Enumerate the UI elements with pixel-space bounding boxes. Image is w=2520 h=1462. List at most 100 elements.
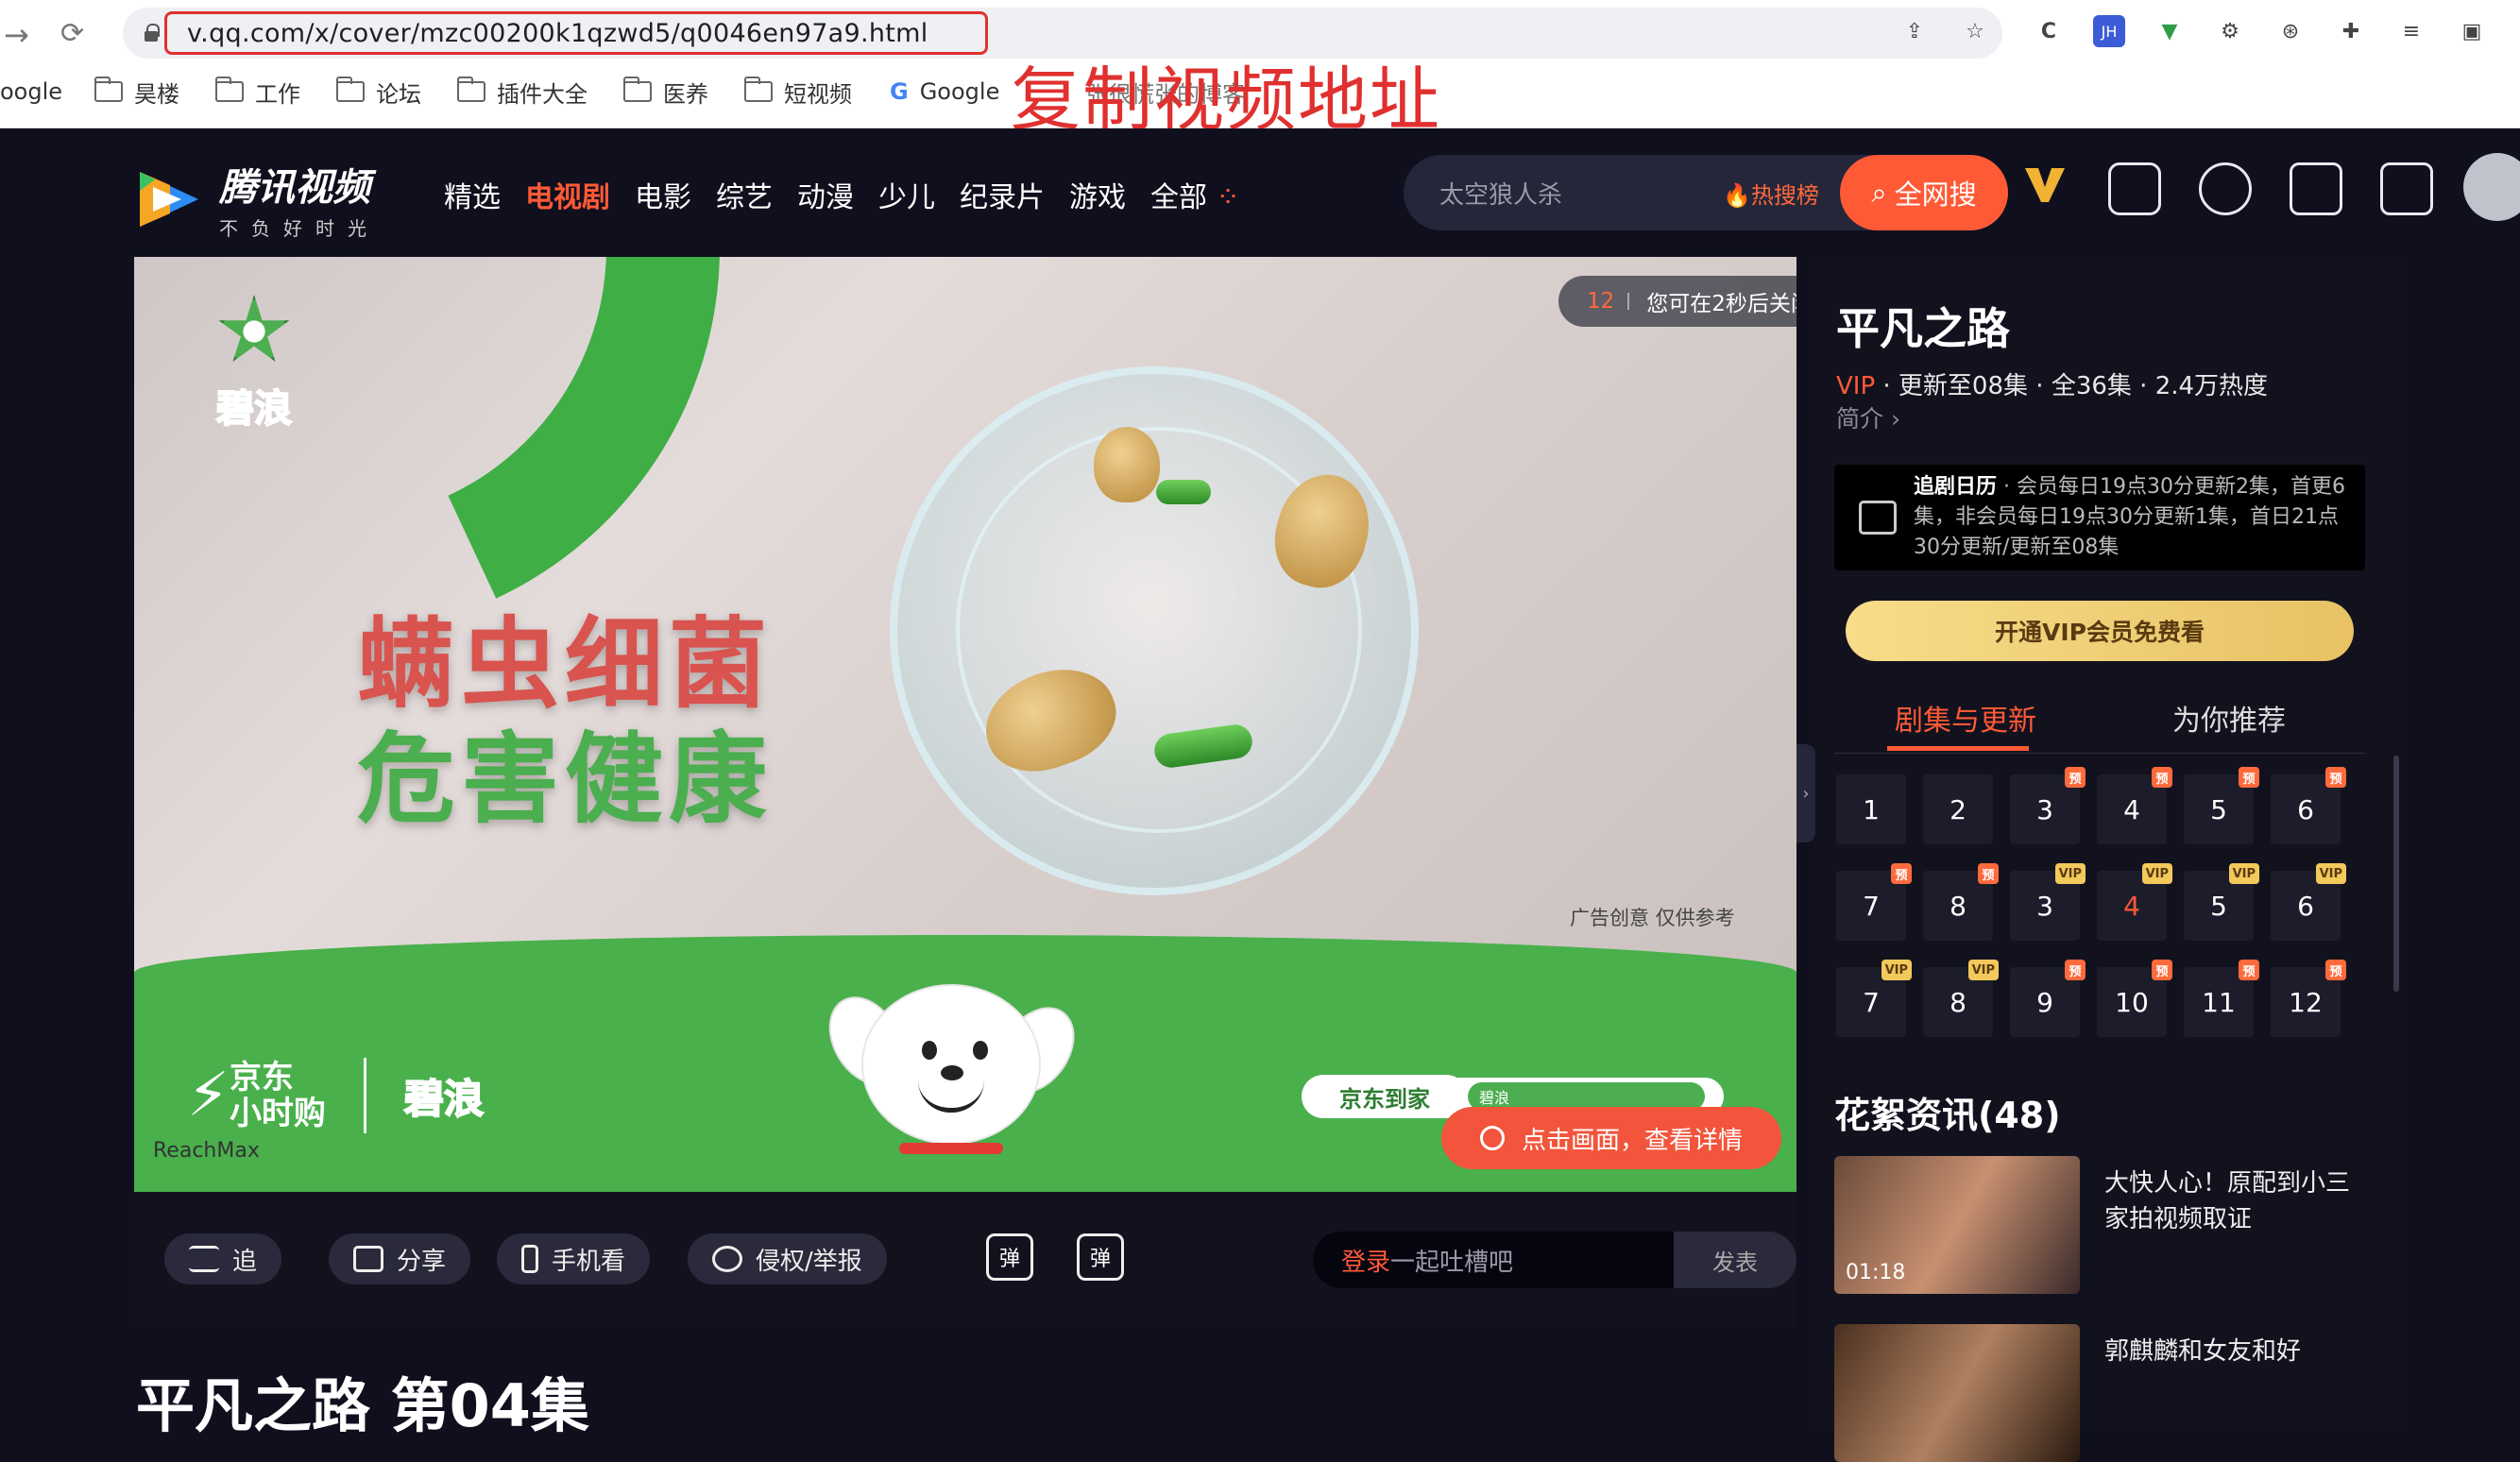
panel-collapse-toggle[interactable]: › (1796, 744, 1815, 842)
warning-icon (712, 1246, 742, 1272)
tab-episodes[interactable]: 剧集与更新 (1895, 697, 2036, 739)
preview-badge: 预 (2239, 960, 2259, 980)
side-panel-icon[interactable]: ▣ (2456, 15, 2488, 47)
history-clock-icon[interactable] (2199, 162, 2252, 215)
active-tab-underline (1887, 746, 2029, 751)
video-player[interactable]: 碧浪 螨虫细菌 危害健康 12 您可在2秒后关闭该广告 广告创意 仅供参考 ⚡ … (134, 257, 1796, 1192)
search-bar[interactable]: 太空狼人杀 🔥热搜榜 ⌕ 全网搜 (1404, 155, 2008, 230)
episode-button[interactable]: 8预 (1923, 863, 1999, 941)
episode-button[interactable]: 7预 (1836, 863, 1912, 941)
danmu-settings-icon[interactable]: 弹 (1077, 1233, 1124, 1281)
ad-countdown[interactable]: 12 您可在2秒后关闭该广告 (1558, 276, 1796, 327)
nav-item-documentary[interactable]: 纪录片 (960, 174, 1045, 215)
episode-button[interactable]: 12 预 (2271, 960, 2346, 1037)
bookmark-star-icon[interactable]: ☆ (1959, 15, 1991, 47)
episode-button[interactable]: 1 (1836, 774, 1906, 844)
bookmark-folder[interactable]: 插件大全 (457, 70, 587, 113)
bookmark-folder[interactable]: 医养 (623, 70, 708, 113)
follow-label: 追 (232, 1247, 258, 1276)
episode-number: 1 (1863, 793, 1880, 825)
episode-button[interactable]: 5 VIP (2184, 863, 2259, 941)
episode-number: 7 (1863, 986, 1880, 1018)
login-link[interactable]: 登录 (1341, 1243, 1390, 1278)
share-label: 分享 (397, 1247, 447, 1276)
back-arrow-icon[interactable]: → (4, 17, 29, 53)
extension-circle-icon[interactable]: ⊛ (2274, 15, 2307, 47)
episode-button[interactable]: 9预 (2010, 960, 2086, 1037)
site-logo[interactable]: 腾讯视频 不负好时光 (132, 157, 380, 241)
bookmark-label: 短视频 (784, 80, 852, 108)
ariel-star-icon (218, 295, 290, 362)
nav-item-movie[interactable]: 电影 (635, 174, 691, 215)
mascot-eye (973, 1041, 988, 1060)
nav-item-games[interactable]: 游戏 (1069, 174, 1126, 215)
reading-list-icon[interactable]: ≡ (2395, 15, 2427, 47)
episode-button[interactable]: 8 VIP (1923, 960, 1999, 1037)
episode-button[interactable]: 7 VIP (1836, 960, 1912, 1037)
mobile-watch-button[interactable]: 手机看 (497, 1233, 651, 1284)
extension-gear-icon[interactable]: ⚙ (2214, 15, 2246, 47)
bookmark-folder[interactable]: 短视频 (744, 70, 852, 113)
divider (363, 1058, 366, 1133)
bookmark-item[interactable]: oogle (0, 70, 62, 113)
download-client-icon[interactable] (2380, 162, 2433, 215)
schedule-calendar: 追剧日历 · 会员每日19点30分更新2集，首更6集，非会员每日19点30分更新… (1834, 465, 2365, 570)
follow-button[interactable]: 追 (164, 1233, 282, 1284)
clip-item[interactable]: 01:18 大快人心！原配到小三家拍视频取证 (1834, 1156, 2365, 1294)
episode-button[interactable]: 3 VIP (2010, 863, 2086, 941)
episode-number: 5 (2210, 793, 2227, 825)
episode-number: 8 (1950, 890, 1967, 922)
search-input[interactable]: 太空狼人杀 (1439, 176, 1694, 211)
nav-item-anime[interactable]: 动漫 (797, 174, 854, 215)
episode-button[interactable]: 5预 (2184, 767, 2259, 844)
preview-badge: 预 (2325, 767, 2346, 788)
vip-v-icon[interactable] (2023, 162, 2067, 206)
panel-scrollbar[interactable] (2393, 756, 2399, 992)
bookmark-folder[interactable]: 昊楼 (94, 70, 179, 113)
nav-item-variety[interactable]: 综艺 (716, 174, 773, 215)
episode-button[interactable]: 2 (1923, 774, 1993, 844)
ad-disclaimer: 广告创意 仅供参考 (1570, 907, 1735, 929)
ad-detail-button[interactable]: 点击画面，查看详情 (1441, 1107, 1781, 1169)
clip-item[interactable]: 郭麒麟和女友和好 (1834, 1324, 2365, 1462)
vip-subscribe-button[interactable]: 开通VIP会员免费看 (1846, 601, 2354, 661)
nav-item-kids[interactable]: 少儿 (878, 174, 935, 215)
hot-search-link[interactable]: 🔥热搜榜 (1723, 177, 1819, 210)
search-button[interactable]: ⌕ 全网搜 (1840, 155, 2008, 230)
send-button[interactable]: 发表 (1674, 1232, 1796, 1288)
upload-video-icon[interactable] (2290, 162, 2342, 215)
schedule-title: 追剧日历 (1914, 475, 1998, 499)
bookmark-item[interactable]: G Google (890, 70, 999, 113)
extension-c-icon[interactable]: C (2033, 15, 2065, 47)
reload-icon[interactable]: ⟳ (60, 17, 84, 50)
jd-search-label: 京东到家 (1302, 1075, 1468, 1118)
nav-item-tv[interactable]: 电视剧 (525, 174, 610, 215)
episode-button[interactable]: 6预 (2271, 767, 2346, 844)
episode-button[interactable]: 11 预 (2184, 960, 2259, 1037)
extensions-puzzle-icon[interactable]: ✚ (2335, 15, 2367, 47)
preview-badge: 预 (2065, 767, 2086, 788)
nav-item-all[interactable]: 全部 ⁘ (1150, 174, 1240, 215)
larva-image (1156, 480, 1211, 504)
tab-recommend[interactable]: 为你推荐 (2172, 697, 2286, 739)
episode-button[interactable]: 10 预 (2097, 960, 2172, 1037)
episode-button[interactable]: 4预 (2097, 767, 2172, 844)
episode-button[interactable]: 3预 (2010, 767, 2086, 844)
nav-item-jingxuan[interactable]: 精选 (444, 174, 501, 215)
bookmark-folder[interactable]: 工作 (215, 70, 300, 113)
share-button[interactable]: 分享 (329, 1233, 471, 1284)
intro-link[interactable]: 简介 › (1836, 400, 1900, 434)
extension-jh-icon[interactable]: JH (2093, 15, 2125, 47)
report-button[interactable]: 侵权/举报 (688, 1233, 887, 1284)
danmu-toggle-icon[interactable]: 弹 (986, 1233, 1033, 1281)
clips-title: 花絮资讯(48) (1834, 1095, 2061, 1136)
episode-button[interactable]: 4 VIP (2097, 863, 2172, 941)
episode-number: 2 (1950, 793, 1967, 825)
danmu-input[interactable]: 登录 一起吐槽吧 发表 (1313, 1232, 1796, 1288)
extension-vue-icon[interactable]: ▼ (2154, 15, 2186, 47)
episode-button[interactable]: 6 VIP (2271, 863, 2346, 941)
bookmark-folder[interactable]: 论坛 (336, 70, 421, 113)
search-icon: ⌕ (1871, 176, 1887, 209)
game-controller-icon[interactable] (2108, 162, 2161, 215)
share-page-icon[interactable]: ⇪ (1899, 15, 1931, 47)
